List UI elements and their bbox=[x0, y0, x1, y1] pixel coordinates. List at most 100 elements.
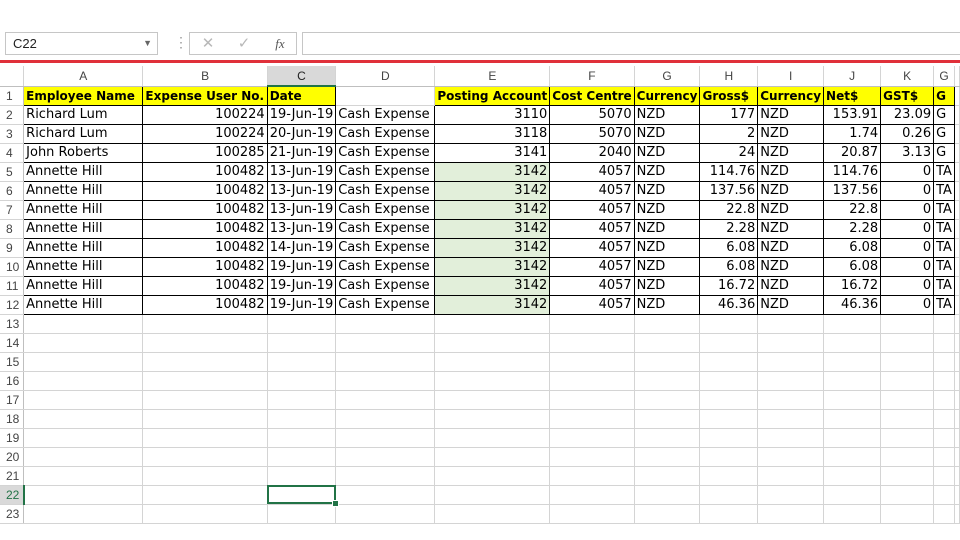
table-cell[interactable]: 100482 bbox=[142, 294, 268, 315]
column-header-d[interactable]: D bbox=[335, 66, 436, 87]
empty-cell[interactable] bbox=[699, 447, 759, 467]
cell[interactable] bbox=[954, 143, 960, 163]
column-title-cell[interactable]: Currency bbox=[633, 85, 701, 106]
table-cell[interactable]: 4057 bbox=[549, 180, 635, 201]
empty-cell[interactable] bbox=[933, 390, 955, 410]
empty-cell[interactable] bbox=[549, 409, 635, 429]
row-header-5[interactable]: 5 bbox=[0, 162, 25, 182]
empty-cell[interactable] bbox=[142, 504, 268, 524]
empty-cell[interactable] bbox=[699, 428, 759, 448]
table-cell[interactable]: 3142 bbox=[434, 275, 551, 296]
empty-cell[interactable] bbox=[699, 504, 759, 524]
table-cell[interactable]: 14-Jun-19 bbox=[266, 237, 337, 258]
table-cell[interactable]: 19-Jun-19 bbox=[266, 294, 337, 315]
empty-cell[interactable] bbox=[880, 504, 935, 524]
empty-cell[interactable] bbox=[699, 390, 759, 410]
empty-cell[interactable] bbox=[23, 409, 144, 429]
column-title-cell[interactable]: Currency bbox=[757, 85, 825, 106]
empty-cell[interactable] bbox=[549, 371, 635, 391]
table-cell[interactable]: 4057 bbox=[549, 256, 635, 277]
table-cell[interactable]: G bbox=[933, 142, 955, 163]
empty-cell[interactable] bbox=[434, 447, 551, 467]
empty-cell[interactable] bbox=[23, 504, 144, 524]
table-cell[interactable]: 46.36 bbox=[823, 294, 882, 315]
empty-cell[interactable] bbox=[880, 485, 935, 505]
table-cell[interactable]: 5070 bbox=[549, 104, 635, 125]
table-cell[interactable]: 100482 bbox=[142, 256, 268, 277]
empty-cell[interactable] bbox=[880, 333, 935, 353]
empty-cell[interactable] bbox=[699, 314, 759, 334]
empty-cell[interactable] bbox=[267, 428, 337, 448]
table-cell[interactable]: NZD bbox=[757, 142, 825, 163]
empty-cell[interactable] bbox=[634, 390, 701, 410]
empty-cell[interactable] bbox=[954, 371, 960, 391]
column-header-g[interactable]: G bbox=[634, 66, 701, 87]
empty-cell[interactable] bbox=[823, 352, 882, 372]
table-cell[interactable]: Annette Hill bbox=[23, 199, 144, 220]
table-cell[interactable]: 137.56 bbox=[823, 180, 882, 201]
empty-cell[interactable] bbox=[549, 314, 635, 334]
empty-cell[interactable] bbox=[933, 428, 955, 448]
empty-cell[interactable] bbox=[823, 314, 882, 334]
table-cell[interactable]: 5070 bbox=[549, 123, 635, 144]
row-header-19[interactable]: 19 bbox=[0, 428, 25, 448]
table-cell[interactable]: TA bbox=[933, 199, 955, 220]
table-cell[interactable]: NZD bbox=[757, 161, 825, 182]
empty-cell[interactable] bbox=[142, 409, 268, 429]
fx-icon[interactable]: fx bbox=[268, 34, 292, 54]
table-cell[interactable]: Cash Expense bbox=[335, 123, 436, 144]
empty-cell[interactable] bbox=[335, 333, 436, 353]
table-cell[interactable]: 23.09 bbox=[880, 104, 935, 125]
table-cell[interactable]: 24 bbox=[699, 142, 759, 163]
row-header-10[interactable]: 10 bbox=[0, 257, 25, 277]
table-cell[interactable]: Cash Expense bbox=[335, 142, 436, 163]
empty-cell[interactable] bbox=[757, 352, 825, 372]
empty-cell[interactable] bbox=[434, 352, 551, 372]
table-cell[interactable]: NZD bbox=[757, 104, 825, 125]
table-cell[interactable]: TA bbox=[933, 180, 955, 201]
empty-cell[interactable] bbox=[335, 428, 436, 448]
close-icon[interactable]: ✕ bbox=[196, 34, 220, 54]
column-header-i[interactable]: I bbox=[757, 66, 825, 87]
table-cell[interactable]: NZD bbox=[633, 275, 701, 296]
empty-cell[interactable] bbox=[954, 485, 960, 505]
table-cell[interactable]: 19-Jun-19 bbox=[266, 275, 337, 296]
empty-cell[interactable] bbox=[933, 314, 955, 334]
empty-cell[interactable] bbox=[434, 390, 551, 410]
empty-cell[interactable] bbox=[267, 466, 337, 486]
table-cell[interactable]: 13-Jun-19 bbox=[266, 218, 337, 239]
table-cell[interactable]: NZD bbox=[633, 161, 701, 182]
table-cell[interactable]: 114.76 bbox=[699, 161, 759, 182]
row-header-22[interactable]: 22 bbox=[0, 485, 25, 505]
table-cell[interactable]: NZD bbox=[757, 123, 825, 144]
table-cell[interactable]: 22.8 bbox=[699, 199, 759, 220]
empty-cell[interactable] bbox=[23, 371, 144, 391]
row-header-7[interactable]: 7 bbox=[0, 200, 25, 220]
table-cell[interactable]: 0 bbox=[880, 237, 935, 258]
row-header-3[interactable]: 3 bbox=[0, 124, 25, 144]
table-cell[interactable]: 6.08 bbox=[699, 256, 759, 277]
empty-cell[interactable] bbox=[142, 333, 268, 353]
cell[interactable] bbox=[954, 257, 960, 277]
empty-cell[interactable] bbox=[142, 466, 268, 486]
empty-cell[interactable] bbox=[757, 409, 825, 429]
empty-cell[interactable] bbox=[880, 352, 935, 372]
table-cell[interactable]: 3.13 bbox=[880, 142, 935, 163]
cell[interactable] bbox=[954, 162, 960, 182]
table-cell[interactable]: 0 bbox=[880, 294, 935, 315]
empty-cell[interactable] bbox=[823, 485, 882, 505]
empty-cell[interactable] bbox=[142, 390, 268, 410]
table-cell[interactable]: Richard Lum bbox=[23, 123, 144, 144]
empty-cell[interactable] bbox=[823, 428, 882, 448]
table-cell[interactable]: Annette Hill bbox=[23, 256, 144, 277]
table-cell[interactable]: Cash Expense bbox=[335, 218, 436, 239]
empty-cell[interactable] bbox=[823, 466, 882, 486]
row-header-17[interactable]: 17 bbox=[0, 390, 25, 410]
column-title-cell[interactable] bbox=[335, 86, 436, 106]
empty-cell[interactable] bbox=[434, 504, 551, 524]
table-cell[interactable]: 137.56 bbox=[699, 180, 759, 201]
empty-cell[interactable] bbox=[335, 390, 436, 410]
empty-cell[interactable] bbox=[634, 447, 701, 467]
empty-cell[interactable] bbox=[142, 314, 268, 334]
empty-cell[interactable] bbox=[434, 371, 551, 391]
